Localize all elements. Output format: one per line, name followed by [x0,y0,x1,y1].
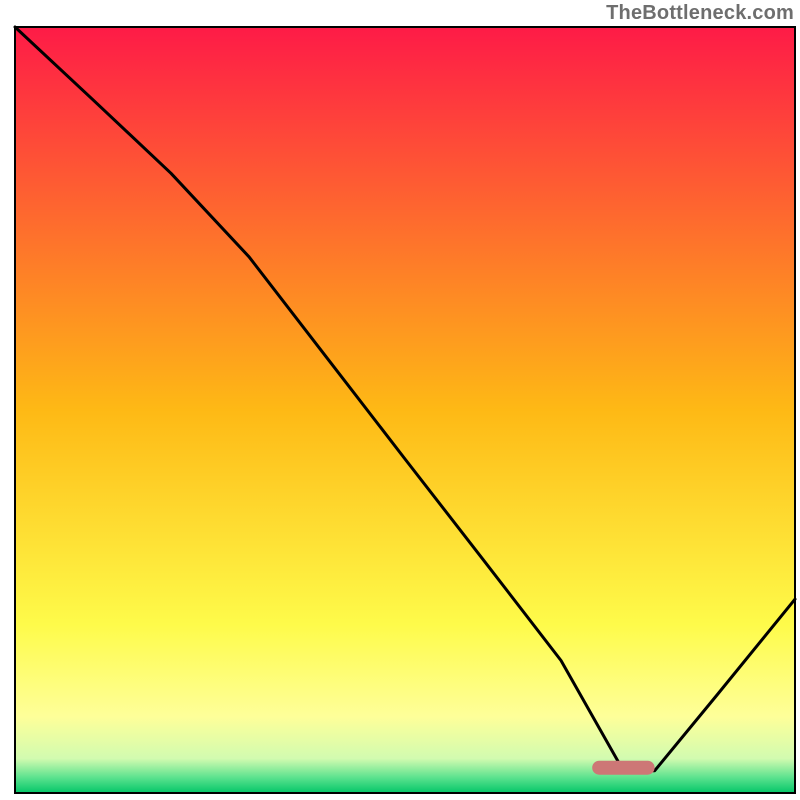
chart-stage: TheBottleneck.com [0,0,800,800]
plot-background [15,27,795,793]
optimal-zone-marker [592,761,654,775]
chart-svg [0,0,800,800]
